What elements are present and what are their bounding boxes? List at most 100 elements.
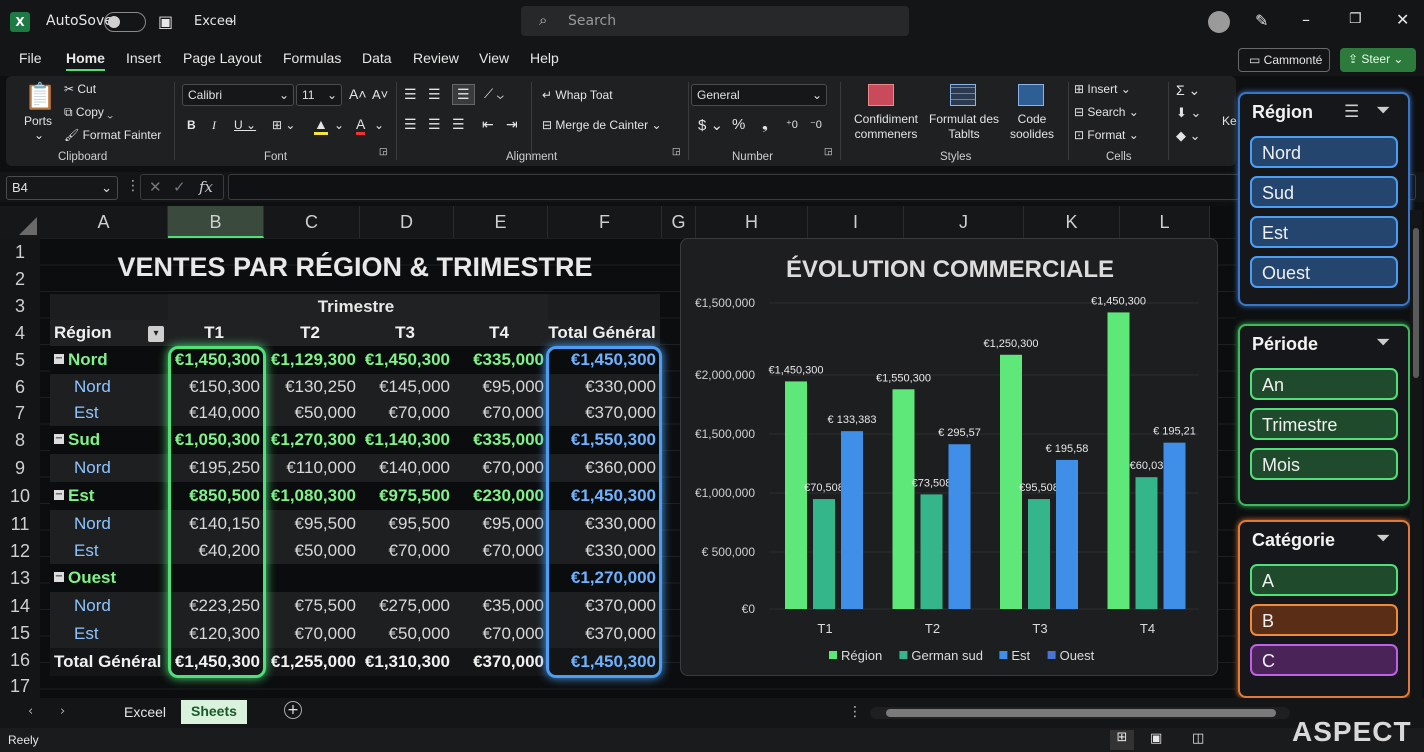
value-cell[interactable]: €140,000 [360,454,454,482]
value-cell[interactable]: €370,000 [454,648,548,676]
column-header[interactable]: F [548,206,662,238]
clear-filter-icon[interactable]: ⏷ [1376,528,1390,549]
cell-styles-button[interactable]: Code soolides [1000,112,1064,142]
collapse-icon[interactable]: − [54,354,64,364]
percent-icon[interactable]: % [732,116,745,133]
font-size-select[interactable]: 11 ⌄ [296,84,342,106]
font-color-icon[interactable]: A [356,116,366,135]
share-button[interactable]: ⇪ Steer ⌄ [1340,48,1416,72]
slicer-item[interactable]: Mois [1250,448,1398,480]
chevron-down-icon[interactable]: ⌄ [227,13,236,26]
slicer-item[interactable]: A [1250,564,1398,596]
paste-chevron-icon[interactable]: ⌄ [34,128,44,142]
slicer-item[interactable]: An [1250,368,1398,400]
wrap-text-button[interactable]: ↵ Whap Toat [542,88,613,102]
close-icon[interactable]: ✕ [1396,10,1409,29]
row-label[interactable]: Nord [50,592,168,620]
chart-panel[interactable]: ÉVOLUTION COMMERCIALE €1,500,000 €2,000,0… [680,238,1218,676]
autosave-toggle[interactable] [104,12,146,32]
avatar[interactable] [1208,11,1230,33]
tab-exceel[interactable]: Exceel [124,704,166,720]
value-cell[interactable]: €1,255,000 [264,648,360,676]
collapse-icon[interactable]: − [54,490,64,500]
underline-icon[interactable]: U ⌄ [234,118,256,132]
value-cell[interactable]: €95,500 [264,510,360,538]
autosum-icon[interactable]: Σ ⌄ [1176,82,1200,99]
format-as-table-icon[interactable] [950,84,976,106]
normal-view-icon[interactable]: ⊞ [1110,730,1134,750]
align-right-icon[interactable]: ☰ [452,116,465,133]
cut-button[interactable]: ✂ Cut [64,82,96,96]
multi-select-icon[interactable]: ☰ [1344,102,1359,122]
row-header[interactable]: 1 [0,238,40,266]
value-cell[interactable]: €70,000 [360,400,454,426]
column-header[interactable]: B [168,206,264,238]
value-cell[interactable] [454,564,548,592]
function-icon[interactable]: fx [199,178,213,196]
dialog-launcher-icon[interactable]: ◲ [672,146,681,157]
select-all-corner[interactable] [0,206,40,238]
row-label[interactable]: Est [50,538,168,564]
menu-data[interactable]: Data [362,50,392,66]
column-header[interactable]: K [1024,206,1120,238]
value-cell[interactable]: €70,000 [454,538,548,564]
decrease-indent-icon[interactable]: ⇤ [482,116,494,133]
name-box[interactable]: B4 ⌄ [6,176,118,200]
dialog-launcher-icon[interactable]: ◲ [379,146,388,157]
menu-help[interactable]: Help [530,50,559,66]
format-as-table-button[interactable]: Formulat des Tablts [924,112,1004,142]
row-header[interactable]: 17 [0,674,40,698]
fill-color-icon[interactable]: ▲ [314,116,328,135]
value-cell[interactable]: €70,000 [454,620,548,648]
value-cell[interactable]: €110,000 [264,454,360,482]
row-header[interactable]: 5 [0,346,40,374]
quarter-header[interactable]: T1 [168,320,264,346]
row-header[interactable]: 11 [0,510,40,538]
value-cell[interactable]: €1,080,300 [264,482,360,510]
restore-icon[interactable]: ❐ [1349,11,1362,27]
value-cell[interactable]: €975,500 [360,482,454,510]
increase-decimal-icon[interactable]: ⁺0 [786,118,798,131]
column-header[interactable]: J [904,206,1024,238]
align-top-icon[interactable]: ☰ [404,86,417,103]
value-cell[interactable]: €1,270,300 [264,426,360,454]
italic-icon[interactable]: I [212,118,216,133]
menu-review[interactable]: Review [413,50,459,66]
delete-cells-button[interactable]: ⊟ Search ⌄ [1074,105,1139,119]
increase-indent-icon[interactable]: ⇥ [506,116,518,133]
slicer-item[interactable]: Trimestre [1250,408,1398,440]
menu-file[interactable]: File [19,50,42,66]
column-group-header[interactable]: Trimestre [168,294,548,320]
grow-font-icon[interactable]: A˄ [349,86,367,102]
value-cell[interactable]: €1,129,300 [264,346,360,374]
slicer-item[interactable]: Est [1250,216,1398,248]
quarter-header[interactable]: Total Général [548,320,660,346]
value-cell[interactable]: €50,000 [264,538,360,564]
row-header[interactable]: 8 [0,426,40,454]
insert-cells-button[interactable]: ⊞ Insert ⌄ [1074,82,1131,96]
slicer-item[interactable]: Ouest [1250,256,1398,288]
minimize-icon[interactable]: – [1302,10,1310,29]
copy-button[interactable]: ⧉ Copy ⌄ [64,105,113,120]
paste-button[interactable]: Ports [24,114,52,128]
column-header[interactable]: L [1120,206,1210,238]
row-header[interactable]: 15 [0,620,40,646]
more-icon[interactable]: ⋮ [126,178,140,194]
value-cell[interactable]: €70,000 [264,620,360,648]
row-label[interactable]: Ouest [50,564,168,592]
filter-dropdown-icon[interactable]: ▾ [148,326,164,342]
cancel-icon[interactable]: ✕ [149,178,162,196]
row-label[interactable]: Nord [50,374,168,400]
conditional-formatting-icon[interactable] [868,84,894,106]
chevron-down-icon[interactable]: ⌄ [334,118,344,132]
paste-icon[interactable]: 📋 [24,82,56,112]
value-cell[interactable]: €145,000 [360,374,454,400]
table-header-cell[interactable] [548,294,660,320]
row-label[interactable]: Nord [50,454,168,482]
menu-page-layout[interactable]: Page Layout [183,50,262,66]
menu-insert[interactable]: Insert [126,50,161,66]
menu-formulas[interactable]: Formulas [283,50,341,66]
row-label[interactable]: Total Général [50,648,168,676]
shrink-font-icon[interactable]: A˅ [372,87,388,102]
vertical-scrollbar[interactable] [1410,210,1422,698]
